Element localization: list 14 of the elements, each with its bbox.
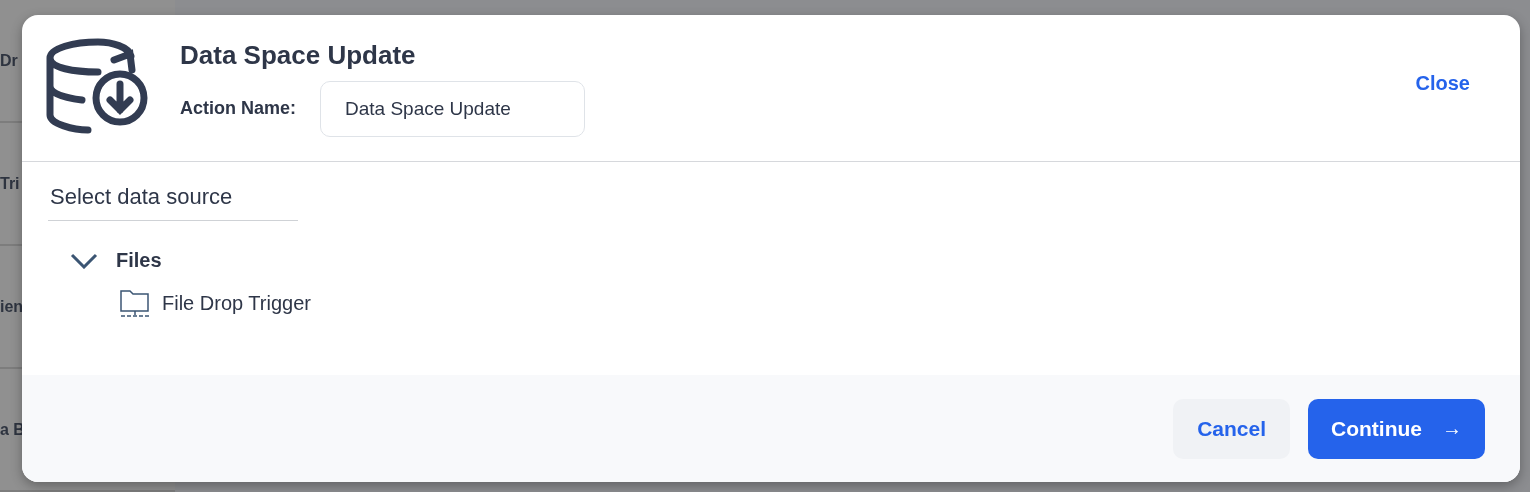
chevron-icon[interactable]	[70, 252, 98, 269]
folder-icon	[120, 288, 150, 318]
close-link[interactable]: Close	[1409, 70, 1476, 96]
tree-item[interactable]: Files	[116, 249, 162, 272]
cancel-button[interactable]: Cancel	[1173, 398, 1290, 459]
tree-item[interactable]: File Drop Trigger	[162, 291, 311, 315]
background-text: Tri	[0, 174, 20, 193]
background-text: Dr	[0, 51, 18, 70]
continue-button[interactable]: Continue →	[1308, 398, 1485, 459]
action-name-field[interactable]: Data Space Update	[320, 80, 585, 137]
background-text: ien	[0, 297, 24, 316]
field-label: Action Name:	[180, 98, 296, 119]
section-title: Select data source	[48, 182, 298, 221]
dialog-title: Data Space Update	[180, 39, 417, 71]
